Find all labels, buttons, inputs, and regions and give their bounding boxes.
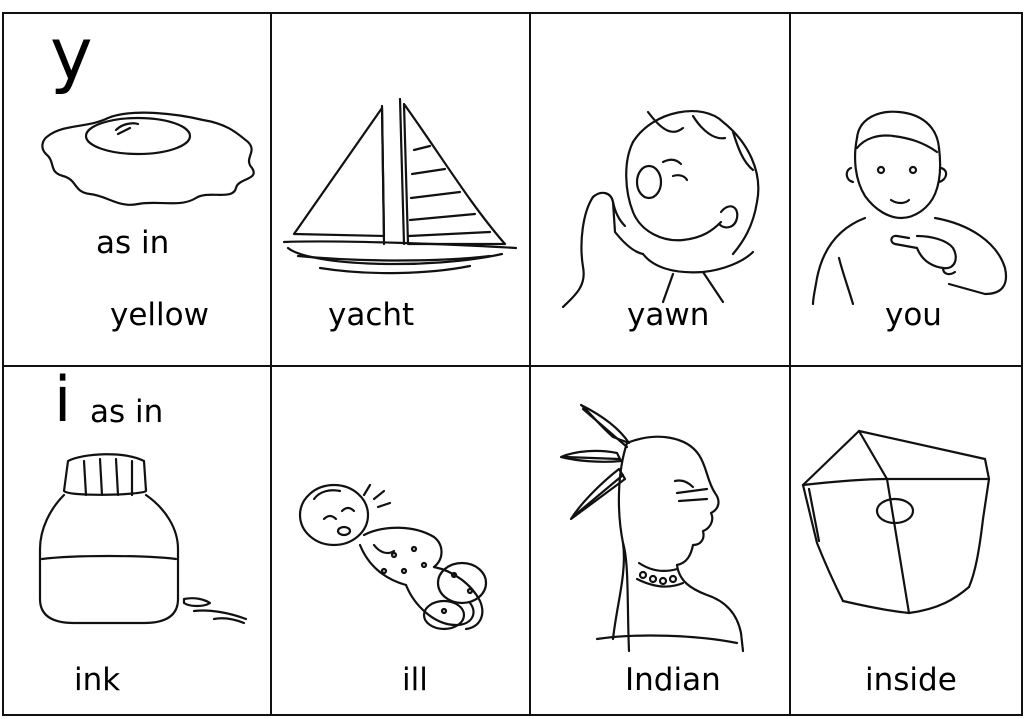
word-yacht: yacht [328,297,415,333]
letter-y: y [50,12,93,96]
card-yacht: yacht [270,14,527,364]
card-inside: inside [789,367,1021,714]
sailboat-icon [282,97,518,275]
word-indian: Indian [625,662,721,698]
ink-bottle-icon [38,453,248,625]
word-ill: ill [402,662,428,698]
sick-baby-icon [298,483,488,631]
word-yawn: yawn [627,297,710,333]
phonics-flashcard-sheet: y as in yellow yacht yawn you i as in in… [0,0,1025,719]
word-inside: inside [865,662,957,698]
pointing-child-icon [811,110,1008,306]
egg-icon [41,111,255,206]
as-in-label: as in [90,394,164,430]
card-indian: Indian [529,367,787,714]
card-you: you [789,14,1021,364]
letter-i: i [54,363,72,436]
card-yawn: yawn [529,14,787,364]
as-in-label: as in [96,225,170,261]
open-box-icon [801,429,991,615]
feathered-man-icon [559,403,745,653]
word-you: you [885,297,942,333]
word-yellow: yellow [110,297,209,333]
word-ink: ink [74,662,121,698]
card-yellow: y as in yellow [4,14,268,364]
yawning-boy-icon [561,109,760,309]
card-ill: ill [270,367,527,714]
card-ink: i as in ink [4,367,268,714]
